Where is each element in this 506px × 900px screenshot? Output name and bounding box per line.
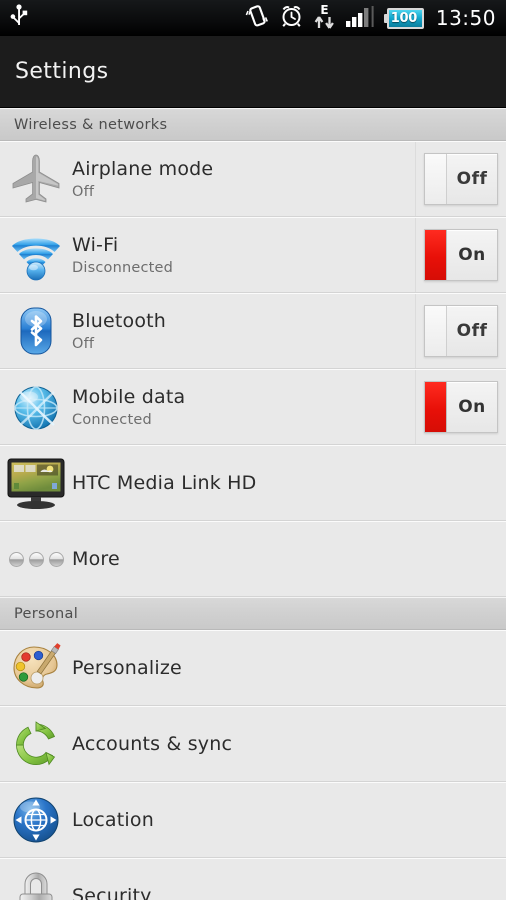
list-item-more[interactable]: More	[0, 521, 506, 597]
lock-icon	[0, 867, 72, 900]
signal-bars-icon	[345, 4, 375, 32]
list-item-title: Mobile data	[72, 386, 186, 409]
toggle-bar	[425, 306, 447, 356]
list-item-title: Bluetooth	[72, 310, 167, 333]
list-item-subtitle: Connected	[72, 411, 152, 428]
section-header-label: Personal	[14, 605, 79, 622]
toggle-bar	[425, 230, 447, 280]
status-bar-right: E 100 13:50	[244, 3, 498, 33]
list-item-bluetooth[interactable]: Bluetooth Off Off	[0, 293, 506, 369]
list-item-title: HTC Media Link HD	[72, 471, 257, 494]
bluetooth-toggle[interactable]: Off	[424, 305, 498, 357]
usb-icon	[10, 4, 28, 32]
list-item-text: Personalize	[72, 657, 506, 679]
status-bar: E 100 13:50	[0, 0, 506, 36]
toggle-label: On	[458, 397, 486, 417]
toggle-label: Off	[456, 169, 488, 189]
svg-text:E: E	[320, 3, 328, 17]
section-header-personal: Personal	[0, 597, 506, 630]
palette-icon	[0, 639, 72, 697]
list-item-title: More	[72, 547, 120, 570]
battery-icon: 100	[383, 7, 424, 29]
list-item-title: Airplane mode	[72, 158, 214, 181]
sync-icon	[0, 715, 72, 773]
list-item-htc-media-link-hd[interactable]: HTC Media Link HD	[0, 445, 506, 521]
list-item-text: Accounts & sync	[72, 733, 506, 755]
wifi-icon	[0, 226, 72, 284]
toggle-bar	[425, 154, 447, 204]
list-item-title: Location	[72, 808, 154, 831]
list-item-text: HTC Media Link HD	[72, 472, 506, 494]
list-item-text: Location	[72, 809, 506, 831]
alarm-clock-icon	[279, 4, 304, 32]
list-item-text: Airplane mode Off	[72, 158, 415, 199]
toggle-container[interactable]: On	[415, 218, 506, 292]
toggle-label: On	[458, 245, 486, 265]
list-item-subtitle: Off	[72, 335, 95, 352]
dot-1	[8, 551, 24, 567]
edge-data-icon: E	[313, 3, 336, 33]
list-item-location[interactable]: Location	[0, 782, 506, 858]
vibrate-icon	[244, 4, 270, 32]
location-icon	[0, 791, 72, 849]
list-item-mobile-data[interactable]: Mobile data Connected On	[0, 369, 506, 445]
list-item-airplane-mode[interactable]: Airplane mode Off Off	[0, 141, 506, 217]
battery-level: 100	[390, 10, 418, 26]
title-bar: Settings	[0, 36, 506, 108]
tv-icon	[0, 455, 72, 511]
list-item-personalize[interactable]: Personalize	[0, 630, 506, 706]
list-item-title: Accounts & sync	[72, 732, 233, 755]
airplane-mode-toggle[interactable]: Off	[424, 153, 498, 205]
toggle-bar	[425, 382, 447, 432]
airplane-icon	[0, 150, 72, 208]
mobile-data-icon	[0, 378, 72, 436]
mobile-data-toggle[interactable]: On	[424, 381, 498, 433]
section-header-wireless: Wireless & networks	[0, 108, 506, 141]
status-bar-clock: 13:50	[435, 6, 496, 30]
list-item-text: Mobile data Connected	[72, 386, 415, 427]
settings-list: Wireless & networks Airplane mode Off Of…	[0, 108, 506, 900]
list-item-wifi[interactable]: Wi-Fi Disconnected On	[0, 217, 506, 293]
list-item-text: Bluetooth Off	[72, 310, 415, 351]
toggle-container[interactable]: Off	[415, 142, 506, 216]
toggle-container[interactable]: On	[415, 370, 506, 444]
status-bar-left	[10, 4, 28, 32]
toggle-label: Off	[456, 321, 488, 341]
list-item-accounts-sync[interactable]: Accounts & sync	[0, 706, 506, 782]
dot-3	[48, 551, 64, 567]
toggle-container[interactable]: Off	[415, 294, 506, 368]
list-item-text: Security	[72, 885, 506, 900]
list-item-title: Wi-Fi	[72, 234, 119, 257]
page-title: Settings	[15, 59, 109, 84]
list-item-security[interactable]: Security	[0, 858, 506, 900]
wifi-toggle[interactable]: On	[424, 229, 498, 281]
list-item-title: Security	[72, 884, 152, 900]
list-item-text: More	[72, 548, 506, 570]
three-dots-icon	[0, 551, 72, 567]
list-item-subtitle: Off	[72, 183, 95, 200]
dot-2	[28, 551, 44, 567]
list-item-text: Wi-Fi Disconnected	[72, 234, 415, 275]
bluetooth-icon	[0, 302, 72, 360]
list-item-title: Personalize	[72, 656, 182, 679]
list-item-subtitle: Disconnected	[72, 259, 174, 276]
section-header-label: Wireless & networks	[14, 116, 168, 133]
